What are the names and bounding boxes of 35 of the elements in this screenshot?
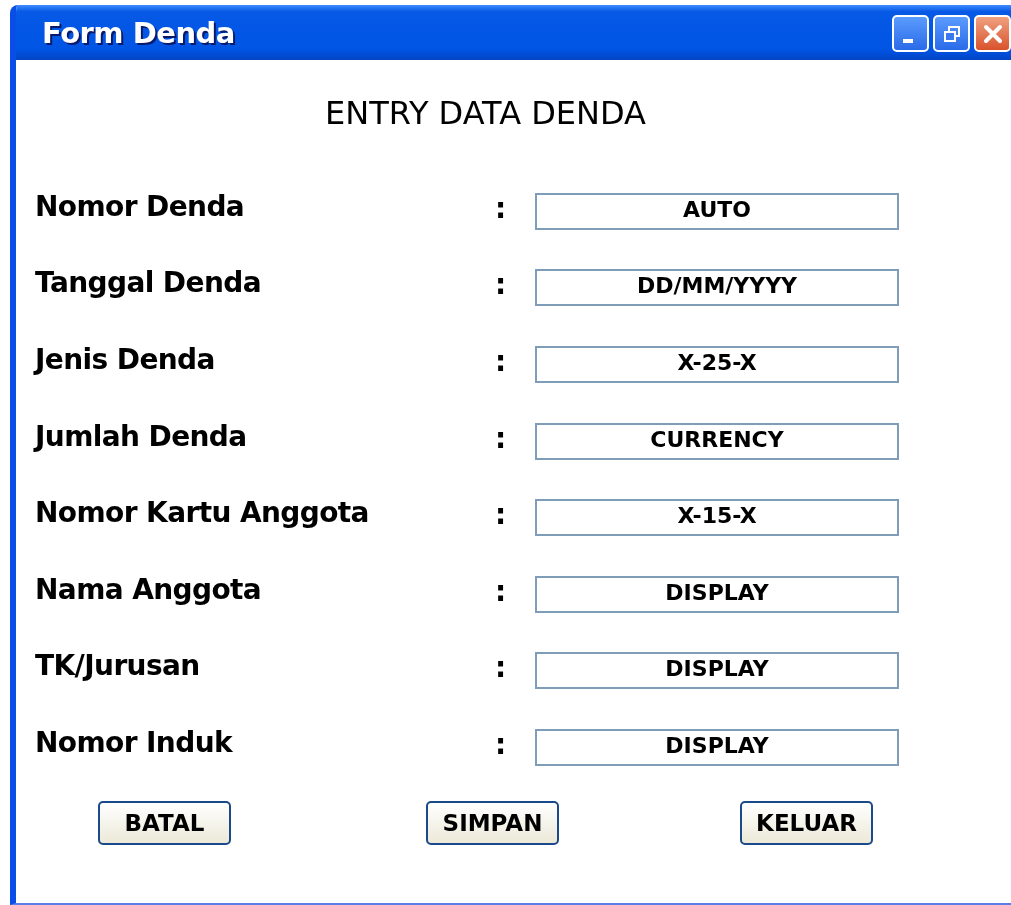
input-field[interactable]: X-25-X xyxy=(535,346,899,383)
input-field[interactable]: X-15-X xyxy=(535,499,899,537)
colon-separator: : xyxy=(495,345,507,378)
input-field[interactable]: DISPLAY xyxy=(535,652,899,690)
colon-separator: : xyxy=(495,268,507,302)
field-label: Jenis Denda xyxy=(35,343,215,376)
restore-icon xyxy=(941,23,962,44)
field-label: Nomor Denda xyxy=(35,189,245,223)
restore-button[interactable] xyxy=(933,15,970,52)
colon-separator: : xyxy=(495,421,507,455)
input-field[interactable]: CURRENCY xyxy=(535,422,899,460)
field-label: Nama Anggota xyxy=(35,572,262,606)
form-heading: ENTRY DATA DENDA xyxy=(325,94,646,132)
close-button[interactable] xyxy=(974,15,1011,52)
input-field[interactable]: AUTO xyxy=(535,192,899,230)
colon-separator: : xyxy=(495,651,507,685)
minimize-icon xyxy=(902,38,913,43)
colon-separator: : xyxy=(495,498,507,532)
colon-separator: : xyxy=(495,727,507,761)
close-icon xyxy=(981,22,1004,45)
field-label: TK/Jurusan xyxy=(35,649,200,683)
minimize-button[interactable] xyxy=(892,15,929,52)
form-button[interactable]: SIMPAN xyxy=(426,800,559,845)
input-field[interactable]: DISPLAY xyxy=(535,575,899,613)
field-label: Nomor Kartu Anggota xyxy=(35,496,369,530)
field-label: Nomor Induk xyxy=(35,725,232,759)
colon-separator: : xyxy=(495,574,507,608)
form-button[interactable]: BATAL xyxy=(98,800,231,845)
field-label: Tanggal Denda xyxy=(35,266,261,300)
form-button[interactable]: KELUAR xyxy=(740,800,873,845)
colon-separator: : xyxy=(495,191,507,225)
input-field[interactable]: DISPLAY xyxy=(535,728,899,766)
window-title: Form Denda xyxy=(42,15,235,50)
input-field[interactable]: DD/MM/YYYY xyxy=(535,269,899,307)
field-label: Jumlah Denda xyxy=(35,419,247,453)
